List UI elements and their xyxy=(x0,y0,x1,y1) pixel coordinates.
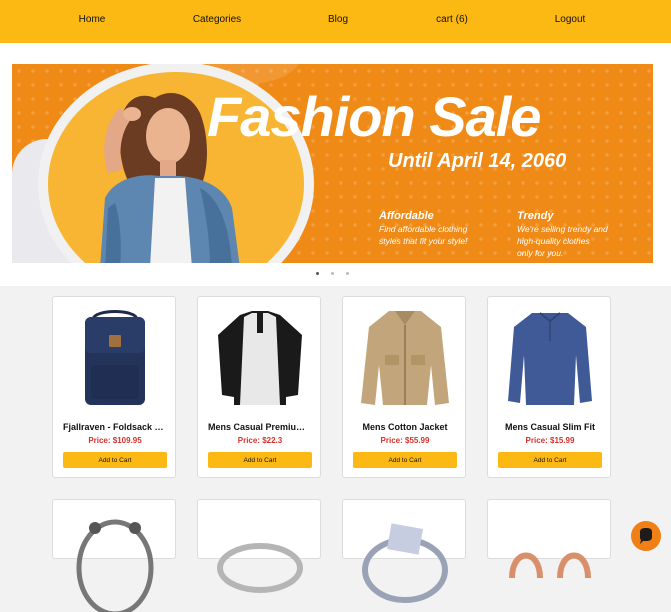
product-name[interactable]: Mens Casual Slim Fit xyxy=(498,422,602,432)
carousel-indicators xyxy=(0,272,671,278)
carousel-dot-1[interactable] xyxy=(316,272,319,275)
ring-image xyxy=(217,543,303,593)
banner-title: Fashion Sale xyxy=(207,85,541,148)
nav-blog-link[interactable]: Blog xyxy=(328,14,348,25)
earrings-image xyxy=(509,552,591,579)
nav-categories-link[interactable]: Categories xyxy=(193,14,241,25)
add-to-cart-button[interactable]: Add to Cart xyxy=(208,452,312,468)
product-price: Price: $55.99 xyxy=(380,436,430,445)
top-navbar: Home Categories Blog cart (6) Logout xyxy=(0,0,671,43)
nav-home-link[interactable]: Home xyxy=(79,14,106,25)
add-to-cart-button[interactable]: Add to Cart xyxy=(63,452,167,468)
product-card: Mens Casual Slim Fit Price: $15.99 Add t… xyxy=(487,296,611,478)
chat-widget-button[interactable] xyxy=(631,521,661,551)
nav-logout-link[interactable]: Logout xyxy=(555,14,586,25)
feature-affordable-title: Affordable xyxy=(379,210,434,222)
product-card: Fjallraven - Foldsack No. 1 Backpack Pri… xyxy=(52,296,176,478)
promo-banner[interactable]: Fashion Sale Until April 14, 2060 Afford… xyxy=(12,64,653,263)
product-card: Mens Casual Premium Slim Fit T-Shirts Pr… xyxy=(197,296,321,478)
product-price: Price: $109.95 xyxy=(88,436,142,445)
product-card xyxy=(197,499,321,593)
banner-subtitle: Until April 14, 2060 xyxy=(388,150,567,172)
carousel-dot-3[interactable] xyxy=(346,272,349,275)
feature-trendy-text-3: only for you. xyxy=(517,248,564,258)
feature-trendy-text-1: We're selling trendy and xyxy=(517,224,608,234)
product-card: Mens Cotton Jacket Price: $55.99 Add to … xyxy=(342,296,466,478)
bracelet-image xyxy=(76,519,154,612)
add-to-cart-button[interactable]: Add to Cart xyxy=(498,452,602,468)
product-price: Price: $15.99 xyxy=(525,436,575,445)
tshirt-image xyxy=(218,311,302,405)
product-card xyxy=(487,499,611,579)
nav-cart-link[interactable]: cart (6) xyxy=(436,14,468,25)
product-card xyxy=(342,499,466,603)
feature-trendy-title: Trendy xyxy=(517,210,554,222)
feature-trendy-text-2: high-quality clothes xyxy=(517,236,590,246)
jacket-image xyxy=(361,311,449,405)
add-to-cart-button[interactable]: Add to Cart xyxy=(353,452,457,468)
carousel-dot-2[interactable] xyxy=(331,272,334,275)
backpack-image xyxy=(85,310,145,405)
diamond-ring-image xyxy=(362,523,448,603)
feature-affordable-text-1: Find affordable clothing xyxy=(379,224,468,234)
product-name[interactable]: Mens Cotton Jacket xyxy=(353,422,457,432)
product-name[interactable]: Fjallraven - Foldsack No. 1 Backpack xyxy=(63,422,167,432)
chat-bubble-icon xyxy=(640,528,652,544)
hero-section: Fashion Sale Until April 14, 2060 Afford… xyxy=(0,43,671,286)
product-card xyxy=(52,499,176,612)
product-name[interactable]: Mens Casual Premium Slim Fit T-Shirts xyxy=(208,422,312,432)
product-price: Price: $22.3 xyxy=(237,436,283,445)
feature-affordable: Affordable Find affordable clothing styl… xyxy=(379,210,467,246)
feature-trendy: Trendy We're selling trendy and high-qua… xyxy=(517,210,608,258)
sweater-image xyxy=(508,312,592,405)
feature-affordable-text-2: styles that fit your style! xyxy=(379,236,468,246)
